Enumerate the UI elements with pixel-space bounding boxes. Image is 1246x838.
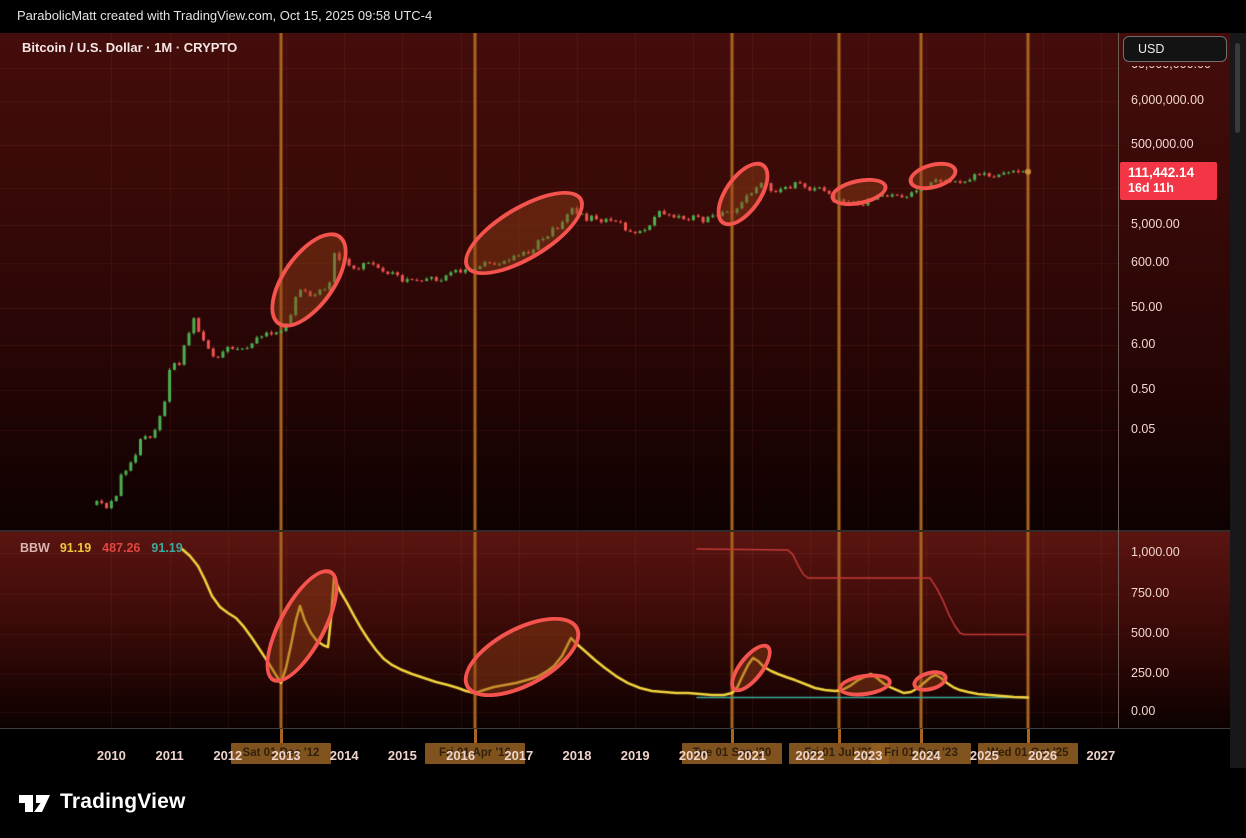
last-price-value: 111,442.14	[1128, 165, 1217, 181]
price-axis[interactable]: 60,000,000.00 6,000,000.00 500,000.00 5,000…	[1118, 33, 1230, 768]
event-line-stub	[474, 729, 477, 743]
year-label: 2020	[679, 748, 708, 763]
pane-separator[interactable]	[0, 530, 1118, 532]
price-tick: 1,000.00	[1131, 545, 1180, 559]
year-label: 2019	[621, 748, 650, 763]
price-tick: 750.00	[1131, 586, 1169, 600]
price-tick: 0.05	[1131, 422, 1155, 436]
attribution-bar: ParabolicMatt created with TradingView.c…	[0, 0, 1246, 33]
symbol-title[interactable]: Bitcoin / U.S. Dollar · 1M · CRYPTO	[22, 40, 237, 55]
year-label: 2016	[446, 748, 475, 763]
tradingview-logo-icon[interactable]	[16, 785, 53, 822]
price-tick: 0.50	[1131, 382, 1155, 396]
event-line-stub	[1027, 729, 1030, 743]
attribution-text: ParabolicMatt created with TradingView.c…	[17, 8, 432, 23]
price-tick: 6,000,000.00	[1131, 93, 1204, 107]
year-label: 2010	[97, 748, 126, 763]
bar-countdown: 16d 11h	[1128, 181, 1217, 196]
year-label: 2025	[970, 748, 999, 763]
year-label: 2027	[1086, 748, 1115, 763]
main-price-pane[interactable]	[0, 33, 1118, 531]
footer-bar: TradingView	[0, 768, 1246, 838]
price-tick: 500.00	[1131, 626, 1169, 640]
year-label: 2013	[272, 748, 301, 763]
tradingview-published-chart: ParabolicMatt created with TradingView.c…	[0, 0, 1246, 838]
year-label: 2023	[854, 748, 883, 763]
year-label: 2026	[1028, 748, 1057, 763]
price-tick-clipped: 60,000,000.00	[1131, 66, 1211, 73]
last-price-badge: 111,442.14 16d 11h	[1120, 162, 1217, 200]
year-label: 2011	[155, 748, 183, 763]
year-label: 2024	[912, 748, 941, 763]
event-line-stub	[920, 729, 923, 743]
year-label: 2017	[504, 748, 533, 763]
price-tick: 5,000.00	[1131, 217, 1180, 231]
bbw-legend[interactable]: BBW 91.19 487.26 91.19	[20, 541, 194, 555]
year-label: 2022	[795, 748, 824, 763]
price-tick: 50.00	[1131, 300, 1162, 314]
event-line-stub	[280, 729, 283, 743]
bbw-legend-value: 91.19	[151, 541, 182, 555]
time-axis[interactable]: Sat 01 Dec '12Fri 01 Apr '16Tue 01 Sep '…	[0, 728, 1230, 768]
bbw-legend-value: 91.19	[60, 541, 91, 555]
currency-toggle-button[interactable]: USD	[1123, 36, 1227, 62]
price-tick: 0.00	[1131, 704, 1155, 718]
event-line-stub	[731, 729, 734, 743]
year-label: 2015	[388, 748, 417, 763]
year-label: 2021	[737, 748, 766, 763]
price-tick: 6.00	[1131, 337, 1155, 351]
bbw-legend-value: 487.26	[102, 541, 140, 555]
scrollbar-thumb[interactable]	[1235, 43, 1240, 133]
year-label: 2018	[563, 748, 592, 763]
bbw-indicator-name: BBW	[20, 541, 50, 555]
price-axis-main-section	[1119, 33, 1230, 531]
price-tick: 600.00	[1131, 255, 1169, 269]
price-tick: 250.00	[1131, 666, 1169, 680]
right-scroll-strip	[1230, 33, 1246, 768]
price-axis-separator	[1119, 530, 1230, 532]
tradingview-logo-text[interactable]: TradingView	[60, 790, 186, 814]
year-label: 2012	[213, 748, 242, 763]
event-line-stub	[838, 729, 841, 743]
year-label: 2014	[330, 748, 359, 763]
chart-region: Bitcoin / U.S. Dollar · 1M · CRYPTO BBW 9…	[0, 33, 1246, 768]
price-tick: 500,000.00	[1131, 137, 1194, 151]
